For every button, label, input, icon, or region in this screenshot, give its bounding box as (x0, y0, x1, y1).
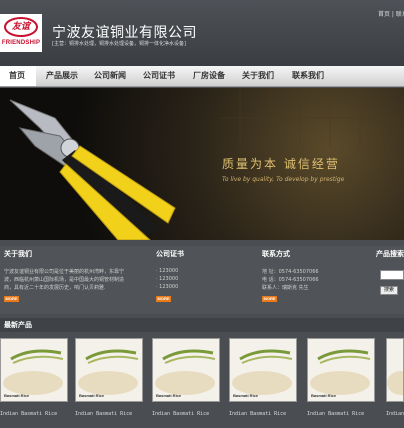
product-caption[interactable]: Indian Basmati Rice (307, 411, 364, 417)
cert-item[interactable]: · 123000 (156, 268, 178, 274)
card-label: Basmati Rice (79, 393, 105, 398)
product-caption[interactable]: Indian Basmati Rice (75, 411, 132, 417)
products-header (0, 318, 404, 332)
nav-item-certificates[interactable]: 公司证书 (143, 70, 175, 81)
card-label: Basmati Rice (311, 393, 337, 398)
about-line: 商，具有近二十年的发展历史，响门认贝莉雅. (4, 285, 106, 291)
cert-item[interactable]: · 123000 (156, 284, 178, 290)
nav-item-home[interactable]: 首页 (9, 70, 25, 81)
product-card[interactable]: Basmati Rice (75, 338, 143, 402)
product-card[interactable]: Basmati Rice (229, 338, 297, 402)
banner-slogan-cn: 质量为本 诚信经营 (222, 157, 340, 171)
nav-item-about[interactable]: 关于我们 (242, 70, 274, 81)
nav-item-equipment[interactable]: 厂房设备 (193, 70, 225, 81)
card-label: Basmati Rice (233, 393, 259, 398)
logo-badge: 友谊 (4, 17, 38, 37)
contact-more-button[interactable]: MORE (262, 296, 277, 302)
rice-image (387, 339, 403, 401)
search-button[interactable]: 搜索 (380, 286, 398, 295)
company-slogan: [主营：铜排水处理，铜排水处理设备，铜排一体化净水设备] (52, 41, 186, 47)
about-line: 波，西临杭州萧山国际机场，是中国最大的铜管材制造 (4, 277, 125, 283)
nav-item-contact[interactable]: 联系我们 (292, 70, 324, 81)
contact-title: 联系方式 (262, 250, 290, 258)
about-more-button[interactable]: MORE (4, 296, 19, 302)
product-card[interactable]: Basmati Rice (152, 338, 220, 402)
search-title: 产品搜索 (376, 250, 404, 258)
search-input[interactable] (380, 270, 404, 280)
cert-more-button[interactable]: MORE (156, 296, 171, 302)
product-caption[interactable]: Indian Basmati Rice (386, 411, 404, 417)
top-links[interactable]: 首页 | 联系 (378, 9, 404, 18)
product-caption[interactable]: Indian Basmati Rice (0, 411, 57, 417)
product-caption[interactable]: Indian Basmati Rice (229, 411, 286, 417)
product-card[interactable]: Basmati Rice (0, 338, 68, 402)
logo-text: FRIENDSHIP (1, 40, 41, 46)
banner-slogan-en: To live by quality, To develop by presti… (222, 176, 345, 183)
cert-item[interactable]: · 123000 (156, 276, 178, 282)
nav-item-news[interactable]: 公司新闻 (94, 70, 126, 81)
about-line: 宁波友谊铜业有限公司是位于美丽的杭州湾畔，东靠宁 (4, 269, 125, 275)
about-title: 关于我们 (4, 250, 32, 258)
contact-item: 地 址：0574-63507066 (262, 269, 319, 275)
company-name: 宁波友谊铜业有限公司 (52, 25, 197, 41)
product-caption[interactable]: Indian Basmati Rice (152, 411, 209, 417)
card-label: Basmati Rice (4, 393, 30, 398)
pliers-image (9, 88, 404, 240)
cert-title: 公司证书 (156, 250, 184, 258)
company-logo[interactable]: 友谊 FRIENDSHIP (0, 14, 42, 52)
products-title: 最新产品 (4, 321, 32, 329)
contact-item: 联系人：瑞斯克 先生 (262, 285, 309, 291)
product-card[interactable]: Basmati Rice (307, 338, 375, 402)
banner (0, 88, 404, 240)
card-label: Basmati Rice (156, 393, 182, 398)
nav-item-products[interactable]: 产品展示 (46, 70, 78, 81)
product-card[interactable] (386, 338, 404, 402)
contact-item: 电 话：0574-63507066 (262, 277, 319, 283)
